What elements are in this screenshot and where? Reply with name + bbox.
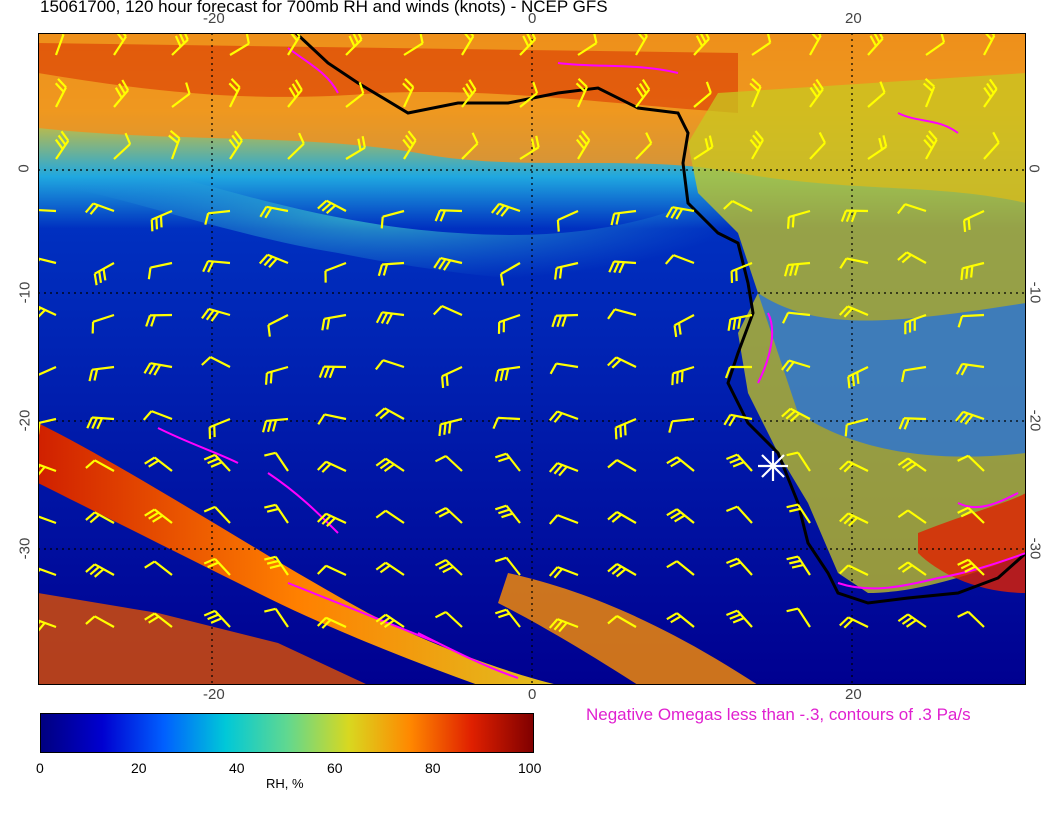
lon-tick-top-3: 20 [845,10,862,27]
lon-tick-bottom-3: 20 [845,686,862,703]
rh-wind-map [38,33,1026,685]
lat-tick-left-3: -20 [16,409,34,432]
rh-colorbar [40,713,534,753]
lon-tick-top-2: 0 [528,10,537,27]
lon-tick-bottom-1: -20 [203,686,225,703]
lat-tick-right-3: -20 [1026,409,1044,432]
map-panel [38,33,1026,685]
lon-tick-top-1: -20 [203,10,225,27]
lat-tick-left-1: 0 [15,164,33,173]
lon-tick-bottom-2: 0 [528,686,537,703]
colorbar-label-100: 100 [518,760,542,776]
colorbar-label-40: 40 [229,760,245,776]
map-title: 15061700, 120 hour forecast for 700mb RH… [40,0,608,16]
colorbar-label-60: 60 [327,760,343,776]
lat-tick-left-4: -30 [16,537,34,560]
lat-tick-left-2: -10 [16,281,34,304]
colorbar-label-80: 80 [425,760,441,776]
location-marker [758,451,788,481]
omega-note: Negative Omegas less than -.3, contours … [586,705,971,724]
colorbar-title: RH, % [266,776,304,791]
lat-tick-right-2: -10 [1026,281,1044,304]
lat-tick-right-1: 0 [1025,164,1043,173]
lat-tick-right-4: -30 [1026,537,1044,560]
colorbar-label-20: 20 [131,760,147,776]
colorbar-label-0: 0 [36,760,44,776]
